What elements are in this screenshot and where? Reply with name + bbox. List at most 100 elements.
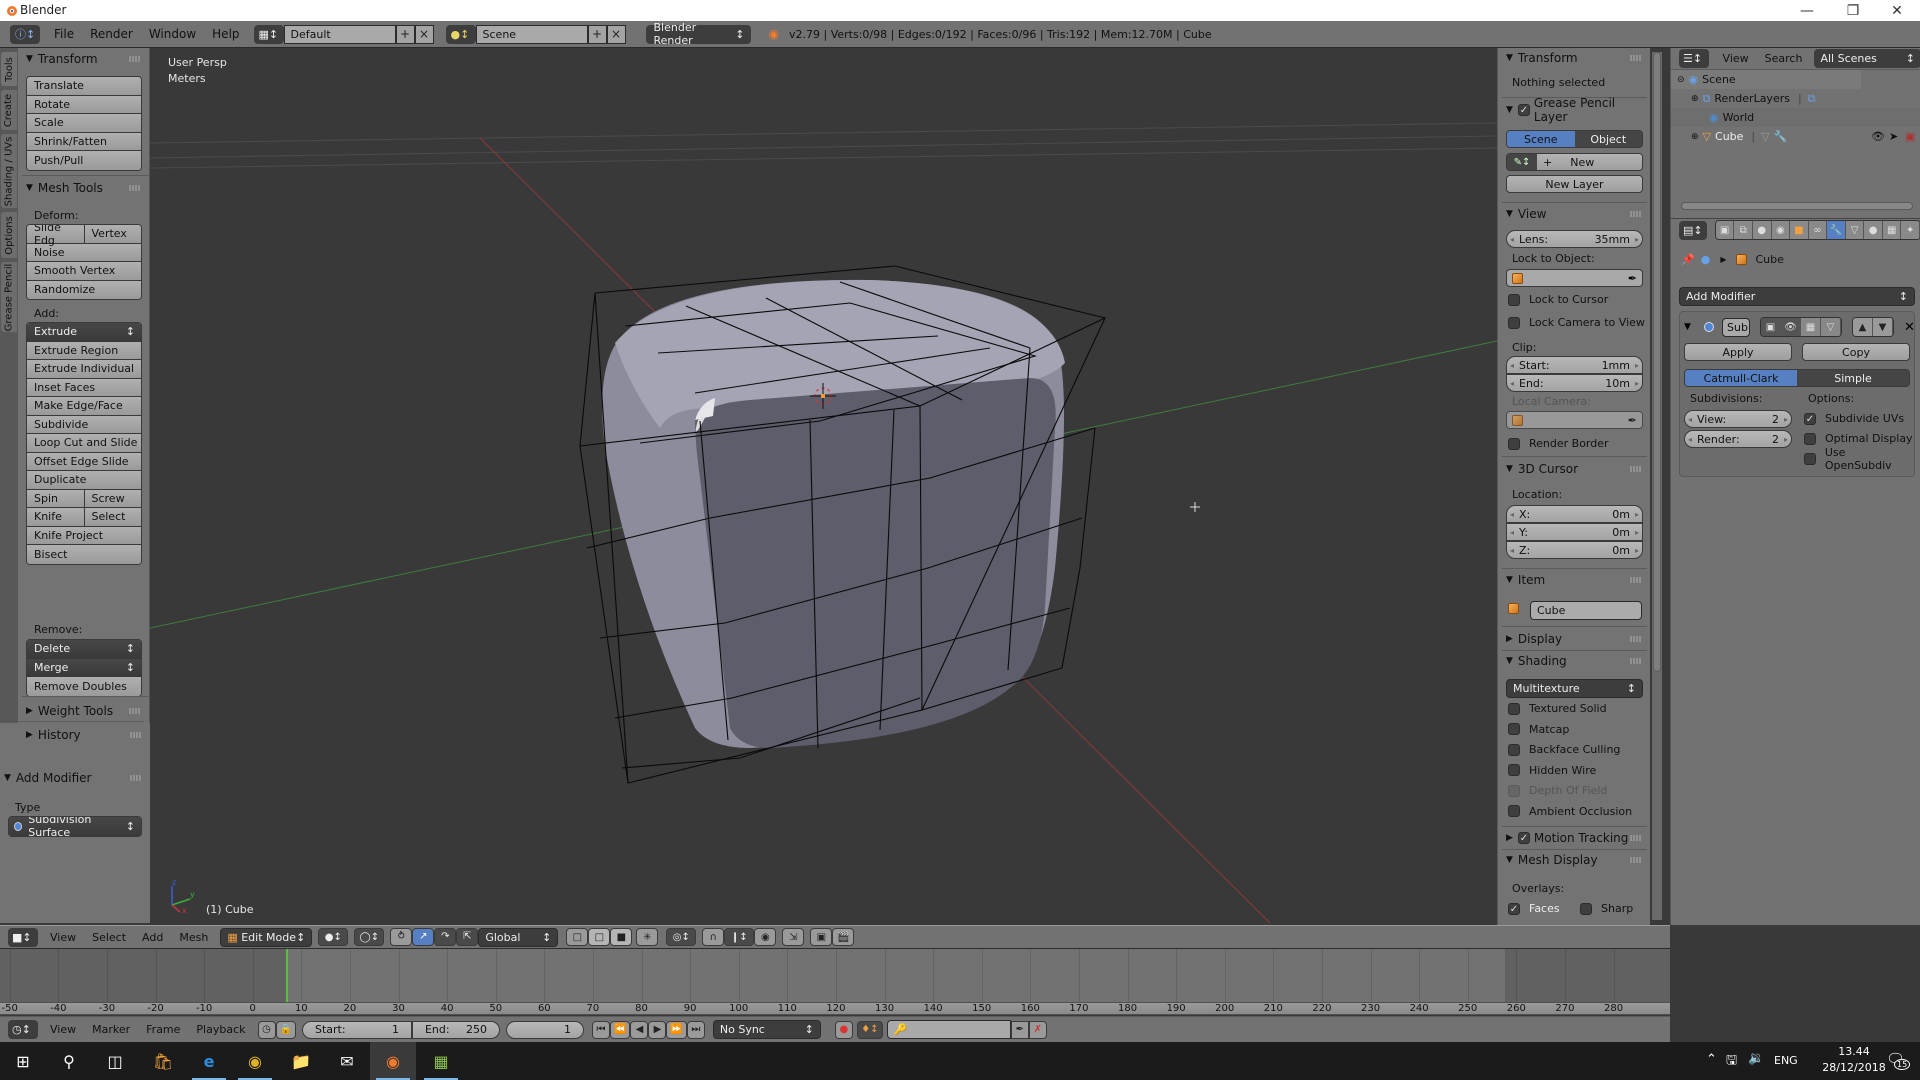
search-button[interactable]: ⚲ — [46, 1042, 92, 1080]
keying-set-field[interactable]: 🔑 — [886, 1020, 1011, 1039]
viewport-canvas[interactable] — [150, 48, 1497, 925]
timeline-menu-playback[interactable]: Playback — [188, 1023, 253, 1036]
expand-icon[interactable]: ⊕ — [1691, 94, 1699, 104]
duplicate-button[interactable]: Duplicate — [27, 471, 141, 490]
subdivide-uvs-checkbox[interactable]: ✓ Subdivide UVs — [1804, 411, 1904, 426]
shading-option-checkbox[interactable]: Hidden Wire — [1508, 763, 1596, 778]
task-view-button[interactable]: ◫ — [92, 1042, 138, 1080]
tab-texture-icon[interactable]: ▦ — [1882, 221, 1902, 239]
network-icon[interactable]: 🖫 — [1726, 1051, 1737, 1073]
tab-create[interactable]: Create — [1, 90, 17, 130]
rotate-button[interactable]: Rotate — [27, 95, 141, 114]
current-frame-indicator[interactable] — [286, 949, 288, 1002]
copy-button[interactable]: Copy — [1802, 343, 1910, 361]
mail-button[interactable]: ✉ — [324, 1042, 370, 1080]
timeline-editor-icon[interactable]: ◷↕ — [8, 1020, 38, 1039]
tab-shading-uvs[interactable]: Shading / UVs — [1, 134, 17, 208]
menu-render[interactable]: Render — [82, 27, 141, 41]
lock-object-field[interactable]: ✒ — [1506, 269, 1643, 287]
panel-history-header[interactable]: ▶ History — [26, 726, 81, 744]
sync-mode-dropdown[interactable]: No Sync ↕ — [712, 1020, 821, 1039]
render-levels-field[interactable]: Render: 2 — [1684, 430, 1792, 448]
drag-grip-icon[interactable] — [129, 708, 141, 714]
mesh-data-icon[interactable]: ▽ — [1761, 130, 1769, 143]
face-select-icon[interactable]: ■ — [610, 928, 633, 946]
timeline-menu-marker[interactable]: Marker — [84, 1023, 138, 1036]
sidebar-scrollbar[interactable] — [1652, 52, 1662, 920]
drag-grip-icon[interactable] — [1630, 577, 1642, 583]
move-up-icon[interactable]: ▲ — [1853, 318, 1873, 336]
vertex-select-icon[interactable]: □ — [566, 928, 589, 946]
make-edge-face-button[interactable]: Make Edge/Face — [27, 397, 141, 416]
tab-modifiers-icon[interactable]: 🔧 — [1827, 221, 1846, 239]
new-layer-button[interactable]: New Layer — [1506, 175, 1643, 193]
cursor-x-field[interactable]: X: 0m — [1506, 505, 1643, 523]
start-button[interactable]: ⊞ — [0, 1042, 46, 1080]
drag-grip-icon[interactable] — [1630, 55, 1642, 61]
panel-mesh-display-header[interactable]: ▼ Mesh Display — [1506, 851, 1598, 869]
tab-tools[interactable]: Tools — [1, 52, 17, 86]
slide-edge-button[interactable]: Slide Edg — [27, 225, 85, 247]
render-layer-icon[interactable]: ⧉ — [1808, 92, 1816, 106]
tab-world-icon[interactable]: ◉ — [1771, 221, 1791, 239]
drag-grip-icon[interactable] — [1630, 835, 1642, 841]
viewport-shading-dropdown[interactable]: ●↕ — [318, 928, 349, 946]
drag-grip-icon[interactable] — [1630, 211, 1642, 217]
add-scene-button[interactable]: + — [587, 24, 607, 44]
eyedropper-icon[interactable]: ✒ — [1628, 272, 1637, 285]
motion-tracking-checkbox[interactable]: ✓ — [1517, 832, 1530, 844]
image-app-button[interactable]: ▦ — [418, 1042, 464, 1080]
drag-grip-icon[interactable] — [1630, 636, 1642, 642]
drag-grip-icon[interactable] — [130, 775, 142, 781]
store-button[interactable]: 🛍 — [140, 1042, 186, 1080]
panel-grease-pencil-header[interactable]: ▼ ✓ Grease Pencil Layer — [1506, 96, 1650, 124]
start-frame-field[interactable]: Start: 1 — [301, 1020, 412, 1039]
show-hidden-icons-button[interactable]: ⌃ — [1706, 1052, 1717, 1067]
snap-element-dropdown[interactable]: ❙↕ — [724, 928, 755, 946]
snap-target-icon[interactable]: ◉ — [754, 928, 777, 946]
menu-file[interactable]: File — [46, 27, 82, 41]
new-grease-pencil-button[interactable]: + New — [1537, 154, 1642, 170]
limit-selection-icon[interactable]: ✳ — [636, 928, 659, 946]
outliner-row-renderlayers[interactable]: ⊕ ⧉ RenderLayers | ⧉ — [1671, 89, 1920, 108]
randomize-button[interactable]: Randomize — [27, 280, 141, 299]
cage-toggle-icon[interactable]: ▽ — [1821, 318, 1841, 336]
jump-next-keyframe-icon[interactable]: ⏩ — [666, 1020, 687, 1039]
blender-taskbar-button[interactable]: ◉ — [370, 1042, 416, 1080]
local-camera-field[interactable]: ✒ — [1506, 411, 1643, 429]
clip-end-field[interactable]: End: 10m — [1506, 374, 1643, 392]
play-icon[interactable]: ▶ — [648, 1020, 667, 1039]
optimal-display-checkbox[interactable]: Optimal Display — [1804, 431, 1913, 446]
clock[interactable]: 13.44 28/12/2018 — [1818, 1045, 1890, 1074]
proportional-edit-dropdown[interactable]: ◎↕ — [666, 928, 697, 946]
render-toggle-icon[interactable]: ▣ — [1761, 318, 1781, 336]
shrink-fatten-button[interactable]: Shrink/Fatten — [27, 132, 141, 151]
screen-layout-field[interactable]: Default — [283, 24, 396, 44]
language-indicator[interactable]: ENG — [1774, 1054, 1798, 1067]
close-button[interactable]: ✕ — [1874, 0, 1920, 21]
opengl-animation-icon[interactable]: 🎬 — [832, 928, 855, 946]
jump-start-icon[interactable]: ⏮ — [591, 1020, 610, 1039]
pivot-point-dropdown[interactable]: ◯↕ — [354, 928, 385, 946]
shading-option-checkbox[interactable]: Textured Solid — [1508, 701, 1607, 716]
panel-transform-header[interactable]: ▼ Transform — [26, 50, 98, 68]
outliner-hscrollbar[interactable] — [1681, 202, 1913, 210]
expand-icon[interactable]: ⊕ — [1691, 132, 1699, 142]
render-border-checkbox[interactable]: Render Border — [1508, 436, 1609, 451]
delete-screen-button[interactable]: × — [414, 24, 434, 44]
outliner-row-cube[interactable]: ⊕ ▽ Cube | ▽ 🔧 👁 ➤ ▣ — [1671, 127, 1920, 146]
auto-keying-record-icon[interactable]: ● — [834, 1020, 853, 1039]
knife-project-button[interactable]: Knife Project — [27, 526, 141, 545]
outliner-editor-icon[interactable]: ☰↕ — [1679, 49, 1709, 68]
collapse-icon[interactable]: ⊝ — [1677, 75, 1685, 85]
properties-editor-icon[interactable]: ▤↕ — [1679, 220, 1707, 240]
inset-faces-button[interactable]: Inset Faces — [27, 378, 141, 397]
transform-orientation-dropdown[interactable]: Global ↕ — [478, 927, 559, 947]
drag-grip-icon[interactable] — [129, 185, 141, 191]
panel-item-header[interactable]: ▼ Item — [1506, 571, 1545, 589]
timeline-area[interactable] — [0, 949, 1670, 1002]
panel-add-modifier-header[interactable]: ▼ Add Modifier — [4, 769, 92, 787]
knife-select-button[interactable]: Select — [84, 508, 141, 526]
shading-option-checkbox[interactable]: Backface Culling — [1508, 742, 1620, 757]
panel-mesh-tools-header[interactable]: ▼ Mesh Tools — [26, 179, 103, 197]
